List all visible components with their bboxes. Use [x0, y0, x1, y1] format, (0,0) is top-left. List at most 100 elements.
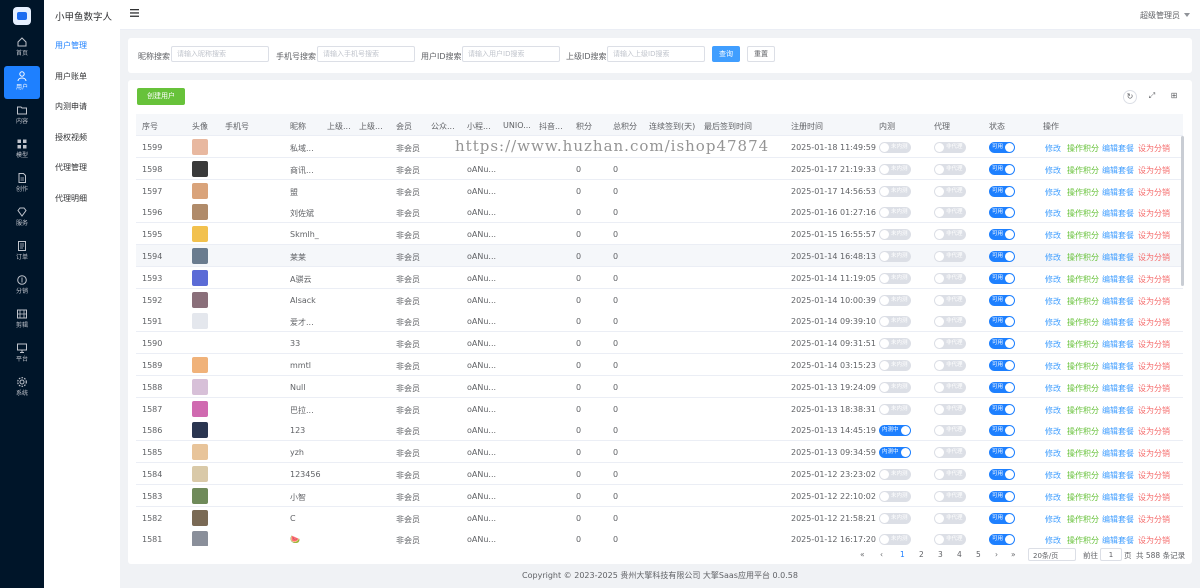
- set-distributor-link[interactable]: 设为分销: [1138, 296, 1170, 307]
- beta-toggle[interactable]: 未内测: [879, 512, 911, 524]
- agent-toggle[interactable]: 非代理: [934, 272, 966, 284]
- set-distributor-link[interactable]: 设为分销: [1138, 426, 1170, 437]
- edit-link[interactable]: 修改: [1045, 187, 1061, 198]
- fullscreen-icon[interactable]: ⤢: [1145, 90, 1159, 104]
- operate-points-link[interactable]: 操作积分: [1067, 252, 1099, 263]
- table-row[interactable]: 1584 123456 非会员 oANu... 0 0 2025-01-12 23:23:0…: [136, 463, 1183, 485]
- beta-toggle[interactable]: 未内测: [879, 534, 911, 546]
- table-row[interactable]: 1592 Alsack 非会员 oANu... 0 0 2025-01-14 10:00:3…: [136, 288, 1183, 311]
- rail-item-coin[interactable]: 分销: [0, 270, 44, 303]
- beta-toggle[interactable]: 未内测: [879, 142, 911, 153]
- query-button[interactable]: 查询: [712, 46, 740, 62]
- next-page-icon[interactable]: ›: [995, 550, 998, 559]
- operate-points-link[interactable]: 操作积分: [1067, 165, 1099, 176]
- table-row[interactable]: 1598 商讯... 非会员 oANu... 0 0 2025-01-17 21:19:33…: [136, 157, 1183, 180]
- beta-toggle[interactable]: 未内测: [879, 490, 911, 502]
- table-row[interactable]: 1583 小智 非会员 oANu... 0 0 2025-01-12 22:10:02 未内测…: [136, 484, 1183, 507]
- table-row[interactable]: 1591 爱才... 非会员 oANu... 0 0 2025-01-14 09:39:10…: [136, 310, 1183, 333]
- beta-toggle[interactable]: 内测中: [879, 447, 911, 459]
- operate-points-link[interactable]: 操作积分: [1067, 470, 1099, 481]
- edit-package-link[interactable]: 编辑套餐: [1102, 187, 1134, 198]
- operate-points-link[interactable]: 操作积分: [1067, 535, 1099, 546]
- table-row[interactable]: 1595 Skmlh_ 非会员 oANu... 0 0 2025-01-15 16:55:5…: [136, 223, 1183, 246]
- agent-toggle[interactable]: 非代理: [934, 425, 966, 437]
- beta-toggle[interactable]: 未内测: [879, 338, 911, 350]
- agent-toggle[interactable]: 非代理: [934, 403, 966, 415]
- edit-link[interactable]: 修改: [1045, 361, 1061, 372]
- table-row[interactable]: 1585 yzh 非会员 oANu... 0 0 2025-01-13 09:34:59 内测…: [136, 441, 1183, 464]
- edit-link[interactable]: 修改: [1045, 535, 1061, 546]
- rail-item-gear[interactable]: 系统: [0, 372, 44, 405]
- submenu-item[interactable]: 代理管理: [55, 162, 87, 173]
- set-distributor-link[interactable]: 设为分销: [1138, 252, 1170, 263]
- admin-user-menu[interactable]: 超级管理员: [1140, 10, 1190, 21]
- rail-item-diamond[interactable]: 服务: [0, 202, 44, 235]
- edit-link[interactable]: 修改: [1045, 208, 1061, 219]
- beta-toggle[interactable]: 未内测: [879, 469, 911, 480]
- status-toggle[interactable]: 可用: [989, 163, 1015, 175]
- rail-item-home[interactable]: 首页: [0, 32, 44, 65]
- status-toggle[interactable]: 可用: [989, 447, 1015, 459]
- rail-item-monitor[interactable]: 平台: [0, 338, 44, 371]
- agent-toggle[interactable]: 非代理: [934, 490, 966, 502]
- agent-toggle[interactable]: 非代理: [934, 142, 966, 153]
- status-toggle[interactable]: 可用: [989, 251, 1015, 262]
- set-distributor-link[interactable]: 设为分销: [1138, 339, 1170, 350]
- set-distributor-link[interactable]: 设为分销: [1138, 514, 1170, 525]
- table-row[interactable]: 1590 33 非会员 oANu... 0 0 2025-01-14 09:31:51 未内测…: [136, 332, 1183, 355]
- operate-points-link[interactable]: 操作积分: [1067, 383, 1099, 394]
- submenu-item[interactable]: 代理明细: [55, 193, 87, 204]
- set-distributor-link[interactable]: 设为分销: [1138, 383, 1170, 394]
- set-distributor-link[interactable]: 设为分销: [1138, 470, 1170, 481]
- table-row[interactable]: 1589 mmtl 非会员 oANu... 0 0 2025-01-14 03:15:23 未…: [136, 354, 1183, 376]
- edit-link[interactable]: 修改: [1045, 383, 1061, 394]
- status-toggle[interactable]: 可用: [989, 142, 1015, 153]
- set-distributor-link[interactable]: 设为分销: [1138, 361, 1170, 372]
- menu-toggle-icon[interactable]: [130, 9, 139, 17]
- page-number[interactable]: 2: [919, 550, 924, 559]
- status-toggle[interactable]: 可用: [989, 425, 1015, 437]
- first-page-icon[interactable]: «: [860, 550, 865, 559]
- edit-package-link[interactable]: 编辑套餐: [1102, 470, 1134, 481]
- beta-toggle[interactable]: 未内测: [879, 163, 911, 175]
- agent-toggle[interactable]: 非代理: [934, 251, 966, 262]
- last-page-icon[interactable]: »: [1011, 550, 1016, 559]
- table-row[interactable]: 1597 盟 非会员 oANu... 0 0 2025-01-17 14:56:53 未内测 非…: [136, 179, 1183, 202]
- status-toggle[interactable]: 可用: [989, 534, 1015, 546]
- edit-link[interactable]: 修改: [1045, 405, 1061, 416]
- edit-link[interactable]: 修改: [1045, 274, 1061, 285]
- submenu-item[interactable]: 内测申请: [55, 101, 87, 112]
- edit-package-link[interactable]: 编辑套餐: [1102, 405, 1134, 416]
- beta-toggle[interactable]: 未内测: [879, 294, 911, 306]
- goto-page-input[interactable]: 1: [1100, 548, 1122, 561]
- status-toggle[interactable]: 可用: [989, 381, 1015, 393]
- operate-points-link[interactable]: 操作积分: [1067, 492, 1099, 503]
- operate-points-link[interactable]: 操作积分: [1067, 448, 1099, 459]
- agent-toggle[interactable]: 非代理: [934, 512, 966, 524]
- settings-icon[interactable]: ⊞: [1167, 90, 1181, 104]
- rail-item-file[interactable]: 创作: [0, 168, 44, 201]
- page-number[interactable]: 4: [957, 550, 962, 559]
- agent-toggle[interactable]: 非代理: [934, 360, 966, 371]
- edit-package-link[interactable]: 编辑套餐: [1102, 230, 1134, 241]
- phone-search-input[interactable]: [317, 46, 415, 62]
- operate-points-link[interactable]: 操作积分: [1067, 426, 1099, 437]
- edit-link[interactable]: 修改: [1045, 448, 1061, 459]
- table-row[interactable]: 1593 A骐云 非会员 oANu... 0 0 2025-01-14 11:19:05 未内…: [136, 266, 1183, 289]
- table-row[interactable]: 1581 🍉 非会员 oANu... 0 0 2025-01-12 16:17:20 未内测 非…: [136, 528, 1183, 546]
- operate-points-link[interactable]: 操作积分: [1067, 296, 1099, 307]
- edit-package-link[interactable]: 编辑套餐: [1102, 165, 1134, 176]
- operate-points-link[interactable]: 操作积分: [1067, 187, 1099, 198]
- edit-link[interactable]: 修改: [1045, 296, 1061, 307]
- operate-points-link[interactable]: 操作积分: [1067, 208, 1099, 219]
- table-row[interactable]: 1594 莱莱 非会员 oANu... 0 0 2025-01-14 16:48:13 未内测…: [136, 245, 1183, 267]
- beta-toggle[interactable]: 未内测: [879, 381, 911, 393]
- edit-package-link[interactable]: 编辑套餐: [1102, 317, 1134, 328]
- rail-item-film[interactable]: 剪辑: [0, 304, 44, 337]
- agent-toggle[interactable]: 非代理: [934, 534, 966, 546]
- beta-toggle[interactable]: 未内测: [879, 207, 911, 219]
- operate-points-link[interactable]: 操作积分: [1067, 274, 1099, 285]
- page-number[interactable]: 1: [900, 550, 905, 559]
- table-row[interactable]: 1582 C 非会员 oANu... 0 0 2025-01-12 21:58:21 未内测 非…: [136, 506, 1183, 529]
- set-distributor-link[interactable]: 设为分销: [1138, 405, 1170, 416]
